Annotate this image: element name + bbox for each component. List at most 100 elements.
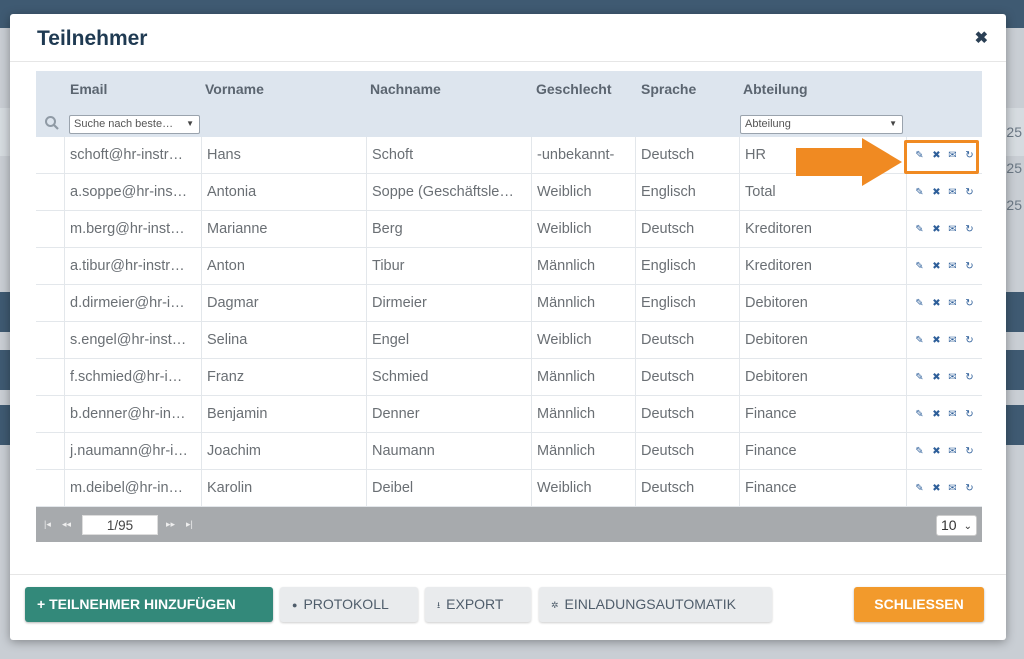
mail-icon[interactable]: ✉	[947, 298, 958, 309]
mail-icon[interactable]: ✉	[947, 187, 958, 198]
table-row[interactable]: f.schmied@hr-i… Franz Schmied Männlich Deuts…	[36, 359, 982, 396]
cell-vorname: Joachim	[201, 433, 366, 470]
protokoll-label: PROTOKOLL	[303, 596, 389, 612]
page-size-select[interactable]: 10 ⌄	[936, 515, 977, 536]
mail-icon[interactable]: ✉	[947, 409, 958, 420]
first-page-icon[interactable]: |◂	[44, 519, 51, 530]
row-actions: ✎ ✖ ✉ ↻	[906, 211, 982, 248]
pencil-icon[interactable]: ✎	[914, 335, 925, 346]
cell-nachname: Naumann	[366, 433, 531, 470]
mail-icon[interactable]: ✉	[947, 261, 958, 272]
cell-abteilung: Finance	[739, 470, 906, 507]
export-button[interactable]: ⭳ EXPORT	[425, 587, 531, 622]
prev-page-icon[interactable]: ◂◂	[62, 519, 71, 530]
close-button[interactable]: SCHLIESSEN	[854, 587, 984, 622]
cell-email: a.soppe@hr-ins…	[64, 174, 201, 211]
cell-geschlecht: Männlich	[531, 433, 635, 470]
reset-icon[interactable]: ↻	[964, 483, 975, 494]
cell-geschlecht: -unbekannt-	[531, 137, 635, 174]
pencil-icon[interactable]: ✎	[914, 261, 925, 272]
cell-abteilung: Debitoren	[739, 285, 906, 322]
pencil-icon[interactable]: ✎	[914, 187, 925, 198]
pencil-icon[interactable]: ✎	[914, 372, 925, 383]
reset-icon[interactable]: ↻	[964, 187, 975, 198]
cell-email: a.tibur@hr-instr…	[64, 248, 201, 285]
mail-icon[interactable]: ✉	[947, 335, 958, 346]
download-icon: ⭳	[437, 600, 441, 610]
table-row[interactable]: b.denner@hr-in… Benjamin Denner Männlich Deu…	[36, 396, 982, 433]
table-row[interactable]: j.naumann@hr-i… Joachim Naumann Männlich Deu…	[36, 433, 982, 470]
table-row[interactable]: m.berg@hr-inst… Marianne Berg Weiblich Deuts…	[36, 211, 982, 248]
add-participant-button[interactable]: + TEILNEHMER HINZUFÜGEN	[25, 587, 273, 622]
mail-icon[interactable]: ✉	[947, 224, 958, 235]
pencil-icon[interactable]: ✎	[914, 483, 925, 494]
column-header-nachname[interactable]: Nachname	[370, 81, 441, 97]
cell-nachname: Deibel	[366, 470, 531, 507]
cell-geschlecht: Weiblich	[531, 174, 635, 211]
pencil-icon[interactable]: ✎	[914, 409, 925, 420]
table-row[interactable]: a.tibur@hr-instr… Anton Tibur Männlich Engli…	[36, 248, 982, 285]
cell-abteilung: Debitoren	[739, 322, 906, 359]
mail-icon[interactable]: ✉	[947, 446, 958, 457]
reset-icon[interactable]: ↻	[964, 446, 975, 457]
page-size-value: 10	[941, 517, 957, 533]
pencil-icon[interactable]: ✎	[914, 446, 925, 457]
column-header-abteilung[interactable]: Abteilung	[743, 81, 808, 97]
column-header-sprache[interactable]: Sprache	[641, 81, 696, 97]
delete-icon[interactable]: ✖	[931, 298, 942, 309]
dialog-footer: + TEILNEHMER HINZUFÜGEN ● PROTOKOLL ⭳ EXPO…	[10, 574, 1006, 640]
cell-email: m.berg@hr-inst…	[64, 211, 201, 248]
row-actions: ✎ ✖ ✉ ↻	[906, 396, 982, 433]
caret-down-icon: ▼	[889, 119, 897, 128]
mail-icon[interactable]: ✉	[947, 372, 958, 383]
table-row[interactable]: s.engel@hr-inst… Selina Engel Weiblich Deuts…	[36, 322, 982, 359]
row-actions: ✎ ✖ ✉ ↻	[906, 174, 982, 211]
reset-icon[interactable]: ↻	[964, 261, 975, 272]
reset-icon[interactable]: ↻	[964, 335, 975, 346]
cell-geschlecht: Männlich	[531, 248, 635, 285]
pencil-icon[interactable]: ✎	[914, 298, 925, 309]
reset-icon[interactable]: ↻	[964, 298, 975, 309]
delete-icon[interactable]: ✖	[931, 409, 942, 420]
annotation-arrow	[796, 138, 902, 186]
protokoll-button[interactable]: ● PROTOKOLL	[280, 587, 418, 622]
next-page-icon[interactable]: ▸▸	[166, 519, 175, 530]
participants-dialog: Teilnehmer ✖ Email Vorname Nachname Gesc…	[10, 14, 1006, 640]
cell-nachname: Engel	[366, 322, 531, 359]
mail-icon[interactable]: ✉	[947, 483, 958, 494]
column-header-email[interactable]: Email	[70, 81, 107, 97]
pencil-icon[interactable]: ✎	[914, 224, 925, 235]
delete-icon[interactable]: ✖	[931, 372, 942, 383]
cell-vorname: Hans	[201, 137, 366, 174]
dialog-header: Teilnehmer ✖	[10, 14, 1006, 62]
delete-icon[interactable]: ✖	[931, 224, 942, 235]
cell-sprache: Deutsch	[635, 211, 739, 248]
column-header-geschlecht[interactable]: Geschlecht	[536, 81, 611, 97]
cell-email: j.naumann@hr-i…	[64, 433, 201, 470]
table-row[interactable]: d.dirmeier@hr-i… Dagmar Dirmeier Männlich En…	[36, 285, 982, 322]
abteilung-filter-select[interactable]: Abteilung ▼	[740, 115, 903, 134]
pager: |◂ ◂◂ 1/95 ▸▸ ▸| 10 ⌄	[36, 507, 982, 542]
last-page-icon[interactable]: ▸|	[186, 519, 193, 530]
column-header-vorname[interactable]: Vorname	[205, 81, 264, 97]
cell-abteilung: Finance	[739, 433, 906, 470]
cell-vorname: Benjamin	[201, 396, 366, 433]
delete-icon[interactable]: ✖	[931, 335, 942, 346]
delete-icon[interactable]: ✖	[931, 483, 942, 494]
table-row[interactable]: m.deibel@hr-in… Karolin Deibel Weiblich Deut…	[36, 470, 982, 507]
delete-icon[interactable]: ✖	[931, 261, 942, 272]
cell-vorname: Selina	[201, 322, 366, 359]
cell-sprache: Deutsch	[635, 433, 739, 470]
table-header: Email Vorname Nachname Geschlecht Sprach…	[36, 71, 982, 137]
einladungsautomatik-button[interactable]: ✲ EINLADUNGSAUTOMATIK	[539, 587, 772, 622]
reset-icon[interactable]: ↻	[964, 372, 975, 383]
delete-icon[interactable]: ✖	[931, 187, 942, 198]
close-icon[interactable]: ✖	[975, 28, 988, 48]
cell-vorname: Marianne	[201, 211, 366, 248]
page-input[interactable]: 1/95	[82, 515, 158, 535]
delete-icon[interactable]: ✖	[931, 446, 942, 457]
row-actions: ✎ ✖ ✉ ↻	[906, 248, 982, 285]
reset-icon[interactable]: ↻	[964, 409, 975, 420]
reset-icon[interactable]: ↻	[964, 224, 975, 235]
email-filter-select[interactable]: Suche nach beste… ▼	[69, 115, 200, 134]
